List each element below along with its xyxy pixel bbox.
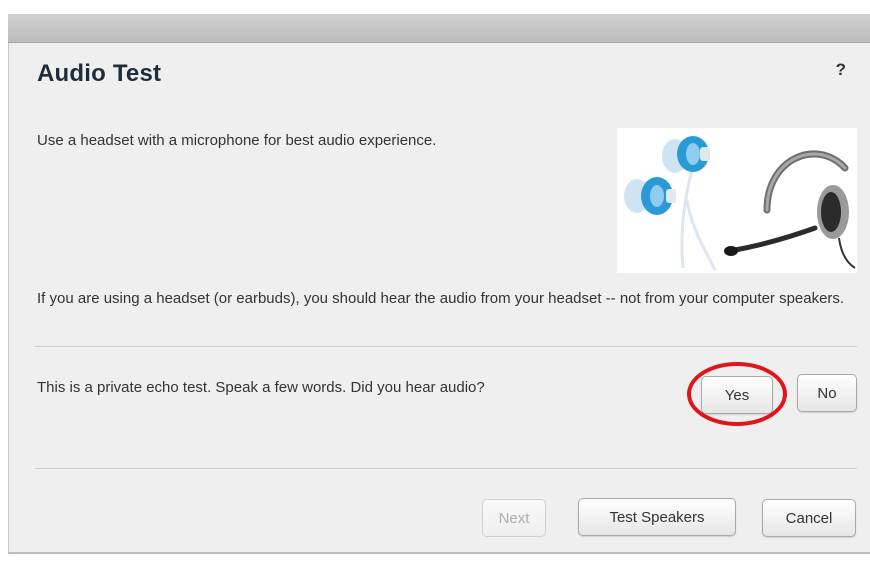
headset-image	[617, 128, 857, 273]
audio-test-dialog: Audio Test ? Use a headset with a microp…	[8, 43, 870, 554]
divider	[35, 346, 857, 347]
window-title-bar	[8, 14, 870, 43]
cancel-button[interactable]: Cancel	[762, 499, 856, 537]
yes-button[interactable]: Yes	[701, 376, 773, 414]
headset-instructions: If you are using a headset (or earbuds),…	[37, 290, 845, 307]
test-speakers-button[interactable]: Test Speakers	[578, 498, 736, 536]
no-button[interactable]: No	[797, 374, 857, 412]
earbuds-icon	[624, 136, 717, 271]
help-button[interactable]: ?	[836, 60, 846, 80]
dialog-title: Audio Test	[37, 60, 162, 87]
footer-divider	[35, 468, 857, 469]
intro-text: Use a headset with a microphone for best…	[37, 132, 437, 149]
next-button[interactable]: Next	[482, 499, 546, 537]
headset-icon	[724, 150, 856, 269]
echo-test-prompt: This is a private echo test. Speak a few…	[37, 379, 485, 396]
